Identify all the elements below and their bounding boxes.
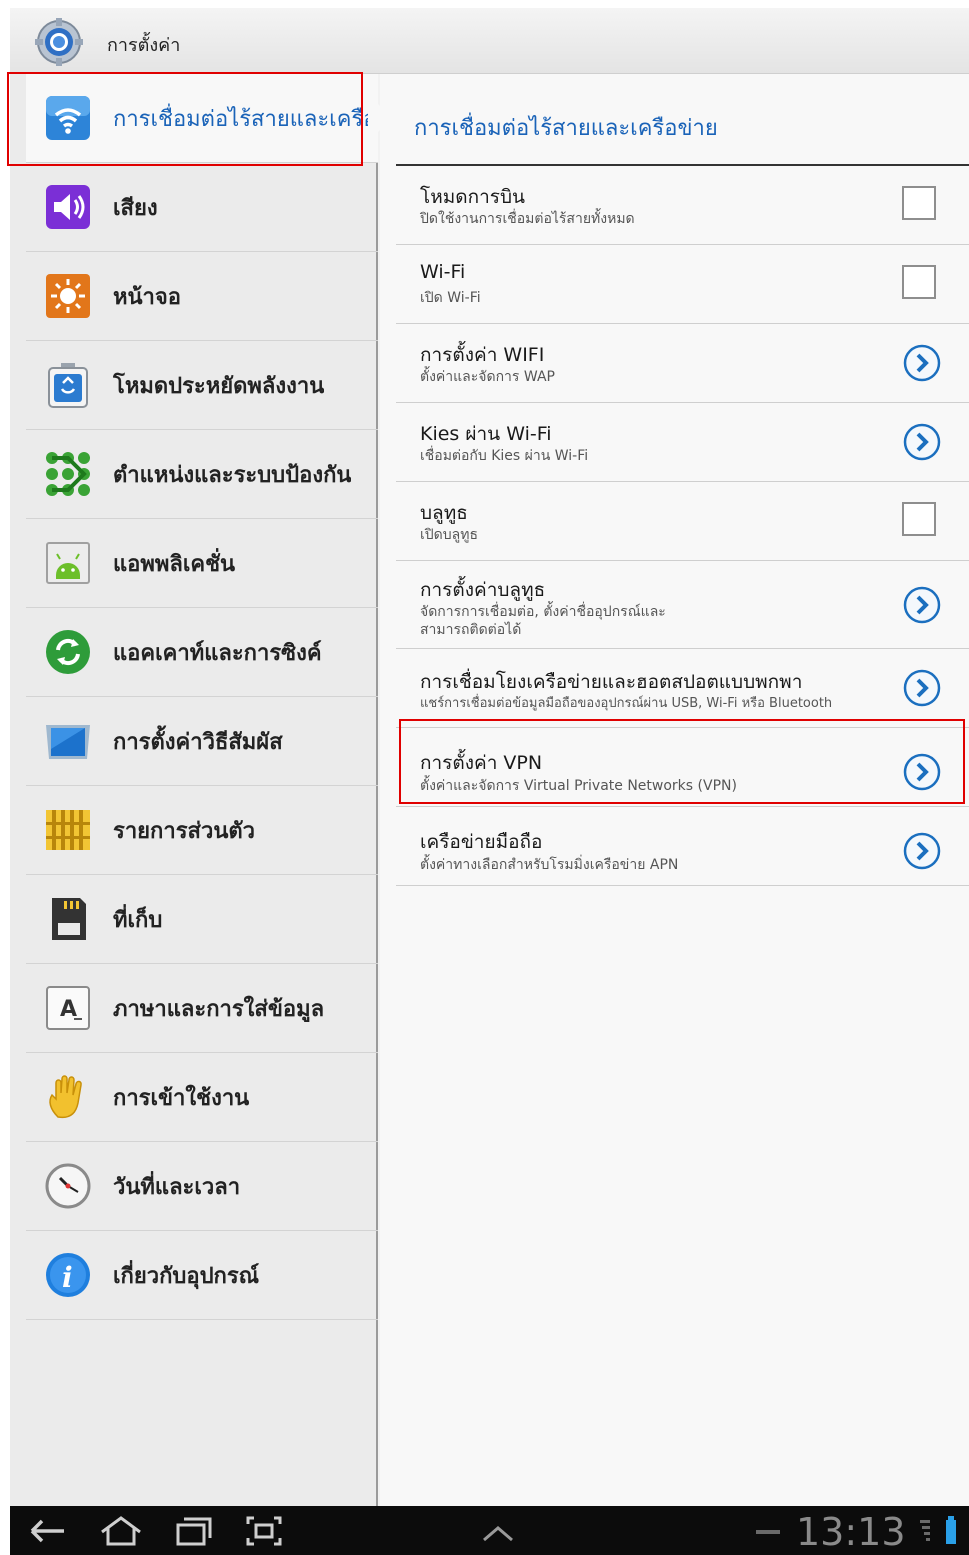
sidebar-item-accessibility[interactable]: การเข้าใช้งาน xyxy=(26,1053,378,1142)
sidebar-item-wireless[interactable]: การเชื่อมต่อไร้สายและเครือข่าย xyxy=(26,74,392,163)
row-subtitle: จัดการการเชื่อมต่อ, ตั้งค่าชื่ออุปกรณ์แล… xyxy=(420,604,666,620)
hand-icon xyxy=(49,1075,82,1119)
flight-mode-row[interactable]: โหมดการบิน ปิดใช้งานการเชื่อมต่อไร้สายทั… xyxy=(396,166,969,245)
brightness-icon xyxy=(46,274,90,318)
keyboard-icon: A xyxy=(46,986,90,1030)
sidebar-item-label: การเข้าใช้งาน xyxy=(113,1085,250,1111)
sidebar-item-language-input[interactable]: A ภาษาและการใส่ข้อมูล xyxy=(26,964,378,1053)
flight-mode-checkbox[interactable] xyxy=(902,186,936,220)
sidebar-item-label: เกี่ยวกับอุปกรณ์ xyxy=(113,1263,260,1289)
sidebar-item-storage[interactable]: ที่เก็บ xyxy=(26,875,378,964)
sidebar-item-label: การตั้งค่าวิธีสัมผัส xyxy=(113,729,283,755)
chevron-right-icon[interactable] xyxy=(903,669,941,707)
chevron-up-icon[interactable] xyxy=(478,1514,518,1548)
sidebar-item-label: วันที่และเวลา xyxy=(113,1174,241,1200)
signal-battery-icon[interactable] xyxy=(916,1514,964,1548)
row-subtitle: แชร์การเชื่อมต่อข้อมูลมือถือของอุปกรณ์ผ่… xyxy=(420,696,833,711)
bluetooth-row[interactable]: บลูทูธ เปิดบลูทูธ xyxy=(396,482,969,561)
row-subtitle: เปิด Wi-Fi xyxy=(420,290,481,306)
panel-title: การเชื่อมต่อไร้สายและเครือข่าย xyxy=(414,116,718,141)
row-title: Wi-Fi xyxy=(420,261,466,283)
wifi-settings-row[interactable]: การตั้งค่า WIFI ตั้งค่าและจัดการ WAP xyxy=(396,324,969,403)
row-subtitle: ปิดใช้งานการเชื่อมต่อไร้สายทั้งหมด xyxy=(420,211,635,227)
action-bar: การตั้งค่า xyxy=(10,8,969,74)
sidebar-item-accounts-sync[interactable]: แอคเคาท์และการซิงค์ xyxy=(26,608,378,697)
chevron-right-icon[interactable] xyxy=(903,753,941,791)
wifi-icon xyxy=(46,96,90,140)
sidebar-item-privacy[interactable]: รายการส่วนตัว xyxy=(26,786,378,875)
info-icon: i xyxy=(46,1253,90,1297)
chevron-right-icon[interactable] xyxy=(903,832,941,870)
motion-icon xyxy=(46,725,90,759)
sidebar-item-label: ภาษาและการใส่ข้อมูล xyxy=(113,996,325,1022)
sidebar-item-sound[interactable]: เสียง xyxy=(26,163,378,252)
row-subtitle: ตั้งค่าและจัดการ WAP xyxy=(420,369,555,385)
sidebar-item-label: หน้าจอ xyxy=(113,284,181,310)
settings-sidebar: การเชื่อมต่อไร้สายและเครือข่าย เสียง xyxy=(10,74,392,1506)
sidebar-item-motion[interactable]: การตั้งค่าวิธีสัมผัส xyxy=(26,697,378,786)
sidebar-item-label: การเชื่อมต่อไร้สายและเครือข่าย xyxy=(113,106,368,132)
tethering-hotspot-row[interactable]: การเชื่อมโยงเครือข่ายและฮอตสปอตแบบพกพา แ… xyxy=(396,649,969,728)
sidebar-item-label: แอพพลิเคชั่น xyxy=(113,551,236,577)
power-saving-icon xyxy=(48,363,88,408)
gear-icon[interactable] xyxy=(34,17,84,67)
status-clock[interactable]: 13:13 xyxy=(796,1510,906,1554)
chevron-right-icon[interactable] xyxy=(903,423,941,461)
row-title: บลูทูธ xyxy=(420,502,468,524)
row-subtitle: ตั้งค่าทางเลือกสำหรับโรมมิ่งเครือข่าย AP… xyxy=(420,857,679,873)
sidebar-item-label: เสียง xyxy=(113,195,158,221)
sidebar-item-label: ตำแหน่งและระบบป้องกัน xyxy=(113,462,352,488)
screenshot-icon[interactable] xyxy=(244,1514,284,1548)
home-icon[interactable] xyxy=(98,1514,144,1548)
bluetooth-checkbox[interactable] xyxy=(902,502,936,536)
row-title: Kies ผ่าน Wi-Fi xyxy=(420,423,552,445)
row-title: การตั้งค่า VPN xyxy=(420,752,543,774)
sidebar-item-location-security[interactable]: ตำแหน่งและระบบป้องกัน xyxy=(26,430,378,519)
svg-text:i: i xyxy=(62,1261,73,1294)
android-icon xyxy=(46,542,90,584)
sd-card-icon xyxy=(52,898,86,940)
row-subtitle-line2: สามารถติดต่อได้ xyxy=(420,622,522,638)
mobile-networks-row[interactable]: เครือข่ายมือถือ ตั้งค่าทางเลือกสำหรับโรม… xyxy=(396,807,969,886)
recent-apps-icon[interactable] xyxy=(174,1514,214,1548)
clock-icon xyxy=(45,1163,91,1209)
row-title: โหมดการบิน xyxy=(420,186,526,208)
sidebar-item-label: แอคเคาท์และการซิงค์ xyxy=(113,640,322,666)
sidebar-item-power-saving[interactable]: โหมดประหยัดพลังงาน xyxy=(26,341,378,430)
sidebar-item-label: โหมดประหยัดพลังงาน xyxy=(113,373,325,399)
bluetooth-settings-row[interactable]: การตั้งค่าบลูทูธ จัดการการเชื่อมต่อ, ตั้… xyxy=(396,561,969,649)
row-subtitle: ตั้งค่าและจัดการ Virtual Private Network… xyxy=(420,778,737,794)
wifi-checkbox[interactable] xyxy=(902,265,936,299)
wifi-row[interactable]: Wi-Fi เปิด Wi-Fi xyxy=(396,245,969,324)
row-subtitle: เชื่อมต่อกับ Kies ผ่าน Wi-Fi xyxy=(420,448,589,464)
minus-icon xyxy=(756,1530,780,1534)
back-icon[interactable] xyxy=(28,1514,68,1548)
wireless-networks-panel: การเชื่อมต่อไร้สายและเครือข่าย โหมดการบิ… xyxy=(380,74,969,1506)
sidebar-item-date-time[interactable]: วันที่และเวลา xyxy=(26,1142,378,1231)
sidebar-item-display[interactable]: หน้าจอ xyxy=(26,252,378,341)
chevron-right-icon[interactable] xyxy=(903,586,941,624)
privacy-icon xyxy=(46,810,90,850)
speaker-icon xyxy=(46,185,90,229)
row-title: เครือข่ายมือถือ xyxy=(420,831,543,853)
vpn-settings-row[interactable]: การตั้งค่า VPN ตั้งค่าและจัดการ Virtual … xyxy=(396,728,969,807)
row-subtitle: เปิดบลูทูธ xyxy=(420,527,479,543)
row-title: การเชื่อมโยงเครือข่ายและฮอตสปอตแบบพกพา xyxy=(420,671,803,693)
sidebar-item-applications[interactable]: แอพพลิเคชั่น xyxy=(26,519,378,608)
settings-screen: การตั้งค่า การเชื่อมต่อไร้สายและเครือข่า… xyxy=(7,8,969,1555)
sidebar-item-label: ที่เก็บ xyxy=(113,907,163,933)
page-title: การตั้งค่า xyxy=(107,35,181,56)
sidebar-item-about-device[interactable]: i เกี่ยวกับอุปกรณ์ xyxy=(26,1231,378,1320)
row-title: การตั้งค่าบลูทูธ xyxy=(420,579,546,601)
sync-icon xyxy=(46,630,90,674)
chevron-right-icon[interactable] xyxy=(903,344,941,382)
location-security-icon xyxy=(46,452,90,496)
kies-wifi-row[interactable]: Kies ผ่าน Wi-Fi เชื่อมต่อกับ Kies ผ่าน W… xyxy=(396,403,969,482)
sidebar-item-label: รายการส่วนตัว xyxy=(113,818,256,844)
row-title: การตั้งค่า WIFI xyxy=(420,344,545,366)
